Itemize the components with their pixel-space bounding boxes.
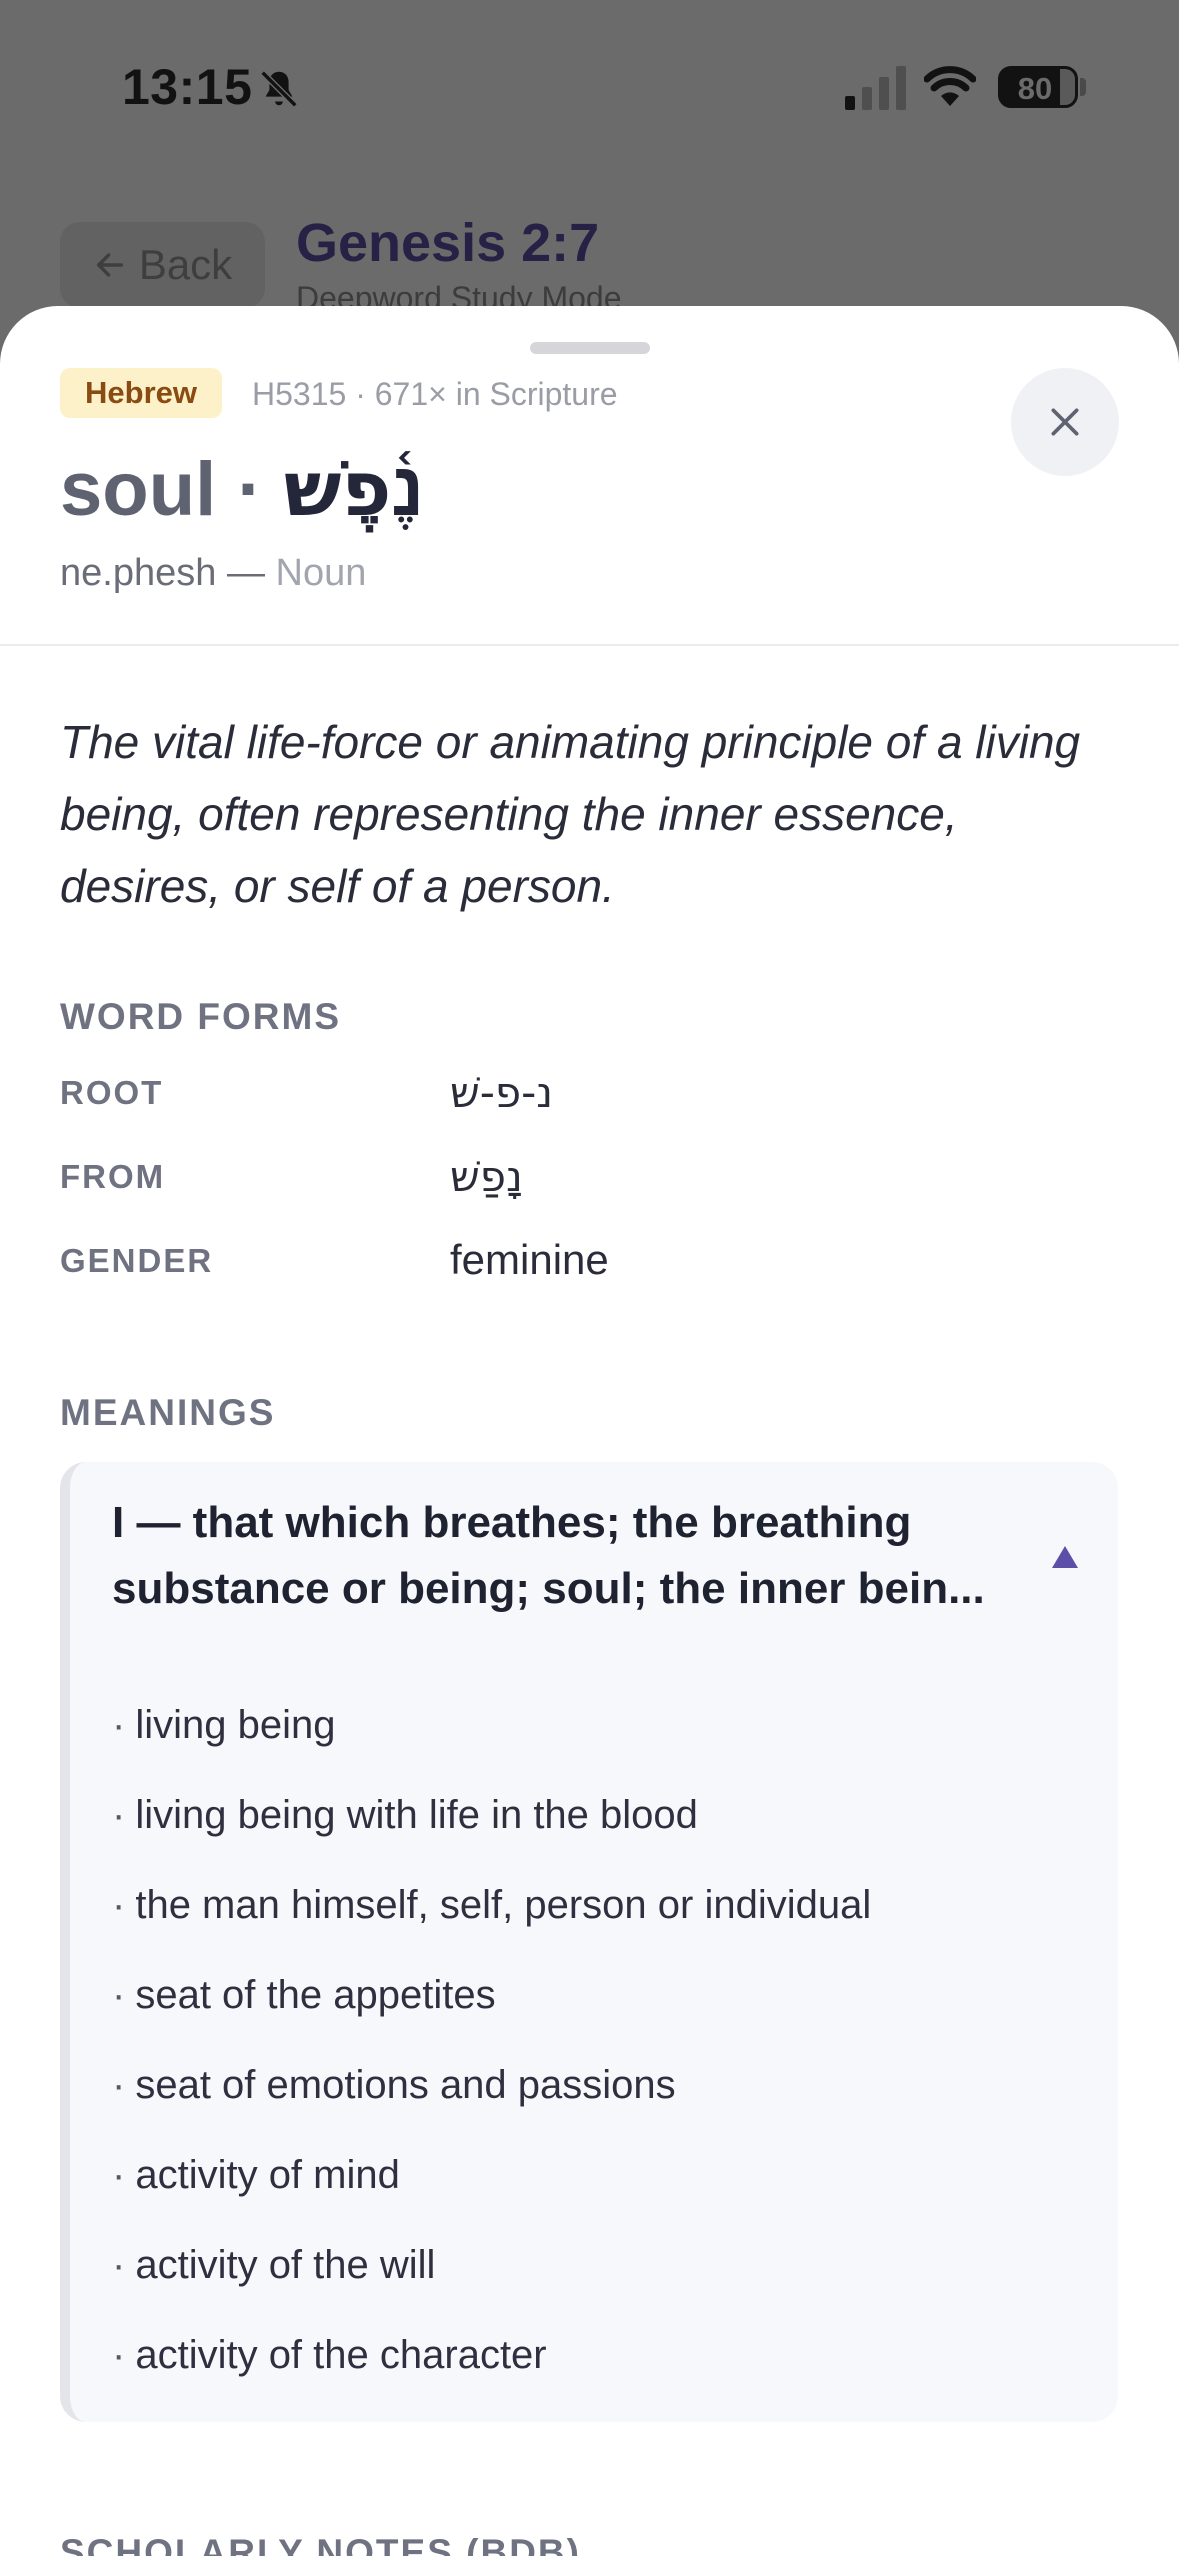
headword-english: soul: [60, 447, 217, 532]
screen-title: Genesis 2:7: [296, 213, 600, 273]
battery-tip: [1080, 78, 1086, 96]
dash-separator: —: [226, 552, 276, 594]
back-button[interactable]: Back: [60, 222, 265, 308]
language-badge: Hebrew: [60, 368, 222, 418]
close-icon: [1051, 408, 1079, 436]
triangle-up-icon[interactable]: [1050, 1544, 1080, 1570]
meaning-item: · living being: [112, 1703, 336, 1747]
transliteration-line: ne.phesh — Noun: [60, 552, 366, 595]
form-value-root: נ-פ-שׁ: [450, 1068, 554, 1117]
close-button[interactable]: [1011, 368, 1119, 476]
word-detail-sheet: Hebrew H5315 · 671× in Scripture soul · …: [0, 306, 1179, 2556]
battery-level: 80: [1017, 71, 1053, 106]
headword-separator: ·: [216, 447, 284, 532]
definition: The vital life-force or animating princi…: [60, 716, 1081, 912]
status-time: 13:15: [122, 59, 253, 115]
meaning-item: · activity of the character: [112, 2333, 547, 2377]
form-value-gender: feminine: [450, 1236, 609, 1283]
status-bar: 13:15 80: [0, 0, 1179, 175]
cellular-signal-icon: [845, 66, 906, 110]
meanings-heading: MEANINGS: [60, 1392, 276, 1433]
transliteration: ne.phesh: [60, 552, 217, 594]
headword-hebrew: נֶ֫פֶשׁ: [283, 444, 425, 533]
header-divider: [0, 644, 1179, 646]
strongs-meta: H5315 · 671× in Scripture: [252, 376, 618, 412]
form-value-from: נָפַשׁ: [450, 1152, 523, 1201]
battery-indicator: 80: [998, 66, 1078, 108]
word-forms-heading: WORD FORMS: [60, 996, 342, 1037]
arrow-left-icon: [96, 253, 123, 277]
meaning-item: · activity of the will: [112, 2243, 436, 2287]
back-label: Back: [138, 241, 233, 288]
form-label-from: FROM: [60, 1158, 166, 1195]
headword: soul · נֶ֫פֶשׁ: [60, 444, 424, 533]
sheet-grabber[interactable]: [530, 342, 650, 354]
scholarly-notes-heading: SCHOLARLY NOTES (BDB): [60, 2532, 581, 2556]
meaning-group-title: I — that which breathes; the breathing s…: [112, 1498, 985, 1613]
meaning-group-card[interactable]: I — that which breathes; the breathing s…: [60, 1462, 1118, 2422]
meaning-item: · living being with life in the blood: [112, 1793, 698, 1837]
form-label-gender: GENDER: [60, 1242, 214, 1279]
form-label-root: ROOT: [60, 1074, 164, 1111]
meaning-item: · the man himself, self, person or indivi…: [112, 1883, 872, 1927]
meaning-item: · seat of the appetites: [112, 1973, 496, 2017]
wifi-icon: [924, 66, 976, 106]
meaning-list: · living being · living being with life in…: [112, 1680, 871, 2400]
part-of-speech: Noun: [275, 552, 367, 594]
meaning-item: · activity of mind: [112, 2153, 400, 2197]
bell-slash-icon: [260, 70, 298, 108]
meaning-item: · seat of emotions and passions: [112, 2063, 676, 2107]
